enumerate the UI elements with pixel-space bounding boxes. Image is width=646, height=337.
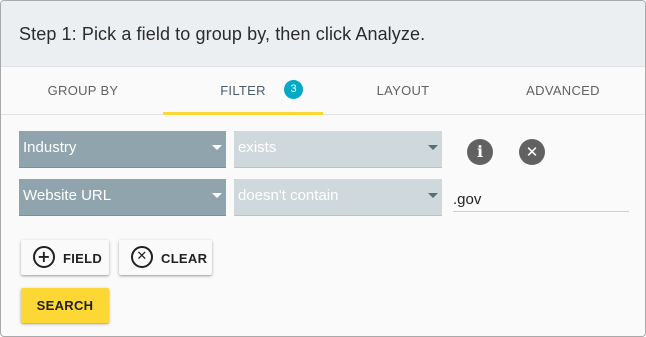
- filter-operator-select-2[interactable]: doesn't contain: [234, 179, 442, 216]
- tab-layout[interactable]: LAYOUT: [323, 67, 483, 115]
- tab-advanced[interactable]: ADVANCED: [483, 67, 643, 115]
- add-field-button[interactable]: + FIELD: [21, 240, 109, 275]
- analyze-panel: Step 1: Pick a field to group by, then c…: [0, 0, 646, 337]
- tab-group-by[interactable]: GROUP BY: [3, 67, 163, 115]
- filter-operator-value-2: doesn't contain: [238, 187, 339, 204]
- filter-operator-select-1[interactable]: exists: [234, 131, 442, 168]
- filter-field-value-1: Industry: [23, 139, 77, 156]
- search-button[interactable]: SEARCH: [21, 288, 109, 323]
- filter-field-select-1[interactable]: Industry: [19, 131, 226, 168]
- add-circle-icon: +: [33, 246, 55, 268]
- chevron-down-icon: [212, 193, 222, 198]
- clear-label: CLEAR: [161, 251, 208, 266]
- tab-bar: GROUP BY FILTER LAYOUT ADVANCED: [1, 67, 645, 115]
- step-title: Step 1: Pick a field to group by, then c…: [19, 24, 426, 44]
- chevron-down-icon: [212, 145, 222, 150]
- remove-filter-close-icon[interactable]: ✕: [519, 139, 545, 165]
- clear-button[interactable]: ✕ CLEAR: [119, 240, 212, 275]
- filter-count-badge: 3: [284, 80, 303, 99]
- add-field-label: FIELD: [63, 251, 103, 266]
- chevron-down-icon: [428, 193, 438, 198]
- filter-operator-value-1: exists: [238, 139, 277, 156]
- info-icon[interactable]: i: [467, 139, 493, 165]
- filter-field-select-2[interactable]: Website URL: [19, 179, 226, 216]
- cancel-circle-icon: ✕: [131, 246, 153, 268]
- active-tab-indicator: [163, 112, 323, 115]
- filter-value-input-2[interactable]: [453, 181, 629, 212]
- step-header: Step 1: Pick a field to group by, then c…: [1, 1, 645, 67]
- chevron-down-icon: [428, 145, 438, 150]
- filter-field-value-2: Website URL: [23, 187, 112, 204]
